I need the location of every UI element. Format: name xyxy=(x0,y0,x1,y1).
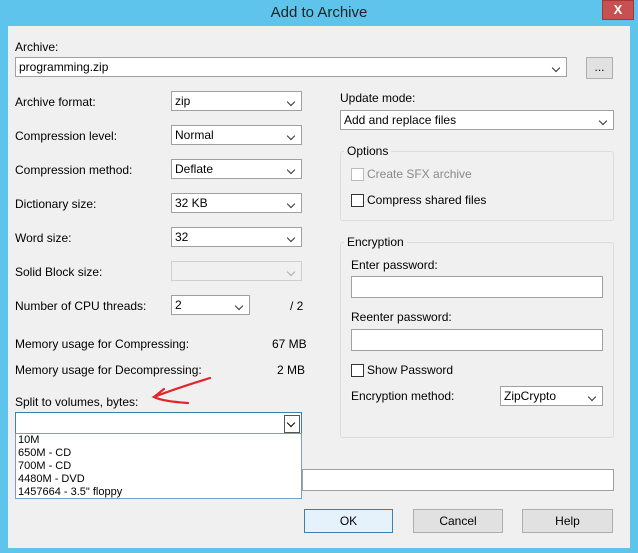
split-option[interactable]: 1457664 - 3.5" floppy xyxy=(16,486,301,499)
word-size-label: Word size: xyxy=(15,231,72,245)
archive-label: Archive: xyxy=(15,40,59,54)
update-mode-value: Add and replace files xyxy=(344,113,457,127)
chevron-down-icon[interactable] xyxy=(284,415,300,433)
split-volumes-label: Split to volumes, bytes: xyxy=(15,395,139,409)
window-title: Add to Archive xyxy=(270,4,368,21)
enter-password-label: Enter password: xyxy=(351,258,438,272)
update-mode-label: Update mode: xyxy=(340,91,416,105)
encryption-method-value: ZipCrypto xyxy=(504,389,557,403)
update-mode-select[interactable]: Add and replace files xyxy=(340,110,614,130)
cpu-threads-value: 2 xyxy=(175,298,182,312)
chevron-down-icon[interactable] xyxy=(550,59,564,75)
cpu-threads-select[interactable]: 2 xyxy=(171,295,250,315)
enter-password-input[interactable] xyxy=(351,276,603,298)
reenter-password-input[interactable] xyxy=(351,329,603,351)
memory-compress-label: Memory usage for Compressing: xyxy=(15,337,190,351)
solid-block-size-label: Solid Block size: xyxy=(15,265,103,279)
browse-button[interactable]: ... xyxy=(586,57,613,79)
dictionary-size-select[interactable]: 32 KB xyxy=(171,193,302,213)
word-size-select[interactable]: 32 xyxy=(171,227,302,247)
compression-method-select[interactable]: Deflate xyxy=(171,159,302,179)
show-password-checkbox[interactable] xyxy=(351,364,364,377)
annotation-arrow xyxy=(151,376,212,405)
word-size-value: 32 xyxy=(175,230,189,244)
cpu-threads-label: Number of CPU threads: xyxy=(15,299,147,313)
reenter-password-label: Reenter password: xyxy=(351,310,452,324)
compression-level-label: Compression level: xyxy=(15,129,118,143)
show-password-label: Show Password xyxy=(367,363,454,377)
archive-format-value: zip xyxy=(175,94,191,108)
memory-compress-value: 67 MB xyxy=(272,337,307,351)
encryption-method-select[interactable]: ZipCrypto xyxy=(500,386,603,406)
create-sfx-label: Create SFX archive xyxy=(367,167,472,181)
cancel-button[interactable]: Cancel xyxy=(413,509,503,533)
split-option[interactable]: 700M - CD xyxy=(16,460,301,473)
archive-format-select[interactable]: zip xyxy=(171,91,302,111)
split-option[interactable]: 650M - CD xyxy=(16,447,301,460)
background-window-edge xyxy=(630,26,638,553)
chevron-down-icon[interactable] xyxy=(586,388,600,404)
memory-decompress-value: 2 MB xyxy=(277,363,306,377)
chevron-down-icon[interactable] xyxy=(233,297,247,313)
archive-format-label: Archive format: xyxy=(15,95,96,109)
chevron-down-icon[interactable] xyxy=(285,161,299,177)
chevron-down-icon[interactable] xyxy=(285,93,299,109)
solid-block-size-select xyxy=(171,261,302,281)
options-group xyxy=(340,151,614,221)
split-option[interactable]: 4480M - DVD xyxy=(16,473,301,486)
dictionary-size-label: Dictionary size: xyxy=(15,197,97,211)
chevron-down-icon[interactable] xyxy=(285,195,299,211)
parameters-input[interactable] xyxy=(302,469,614,491)
dialog-window: Add to Archive X Archive: programming.zi… xyxy=(0,0,638,553)
dictionary-size-value: 32 KB xyxy=(175,196,208,210)
cpu-threads-max: / 2 xyxy=(290,299,304,313)
dialog-client-area: Archive: programming.zip ... Archive for… xyxy=(8,26,630,548)
chevron-down-icon xyxy=(285,263,299,279)
split-volumes-dropdown[interactable]: 10M 650M - CD 700M - CD 4480M - DVD 1457… xyxy=(15,433,302,499)
options-group-title: Options xyxy=(344,144,392,158)
split-option[interactable]: 10M xyxy=(16,434,301,447)
chevron-down-icon[interactable] xyxy=(285,127,299,143)
compression-level-value: Normal xyxy=(175,128,214,142)
encryption-method-label: Encryption method: xyxy=(351,389,455,403)
compression-method-label: Compression method: xyxy=(15,163,133,177)
compress-shared-checkbox[interactable] xyxy=(351,194,364,207)
ok-button[interactable]: OK xyxy=(304,509,393,533)
help-button[interactable]: Help xyxy=(522,509,613,533)
chevron-down-icon[interactable] xyxy=(597,112,611,128)
compression-method-value: Deflate xyxy=(175,162,214,176)
archive-path-value: programming.zip xyxy=(19,60,109,74)
create-sfx-checkbox xyxy=(351,168,364,181)
compression-level-select[interactable]: Normal xyxy=(171,125,302,145)
split-volumes-combo[interactable] xyxy=(15,412,302,434)
encryption-group-title: Encryption xyxy=(344,235,407,249)
compress-shared-label: Compress shared files xyxy=(367,193,487,207)
title-bar[interactable]: Add to Archive X xyxy=(0,0,638,26)
chevron-down-icon[interactable] xyxy=(285,229,299,245)
archive-path-combo[interactable]: programming.zip xyxy=(15,57,567,77)
close-button[interactable]: X xyxy=(602,0,634,20)
